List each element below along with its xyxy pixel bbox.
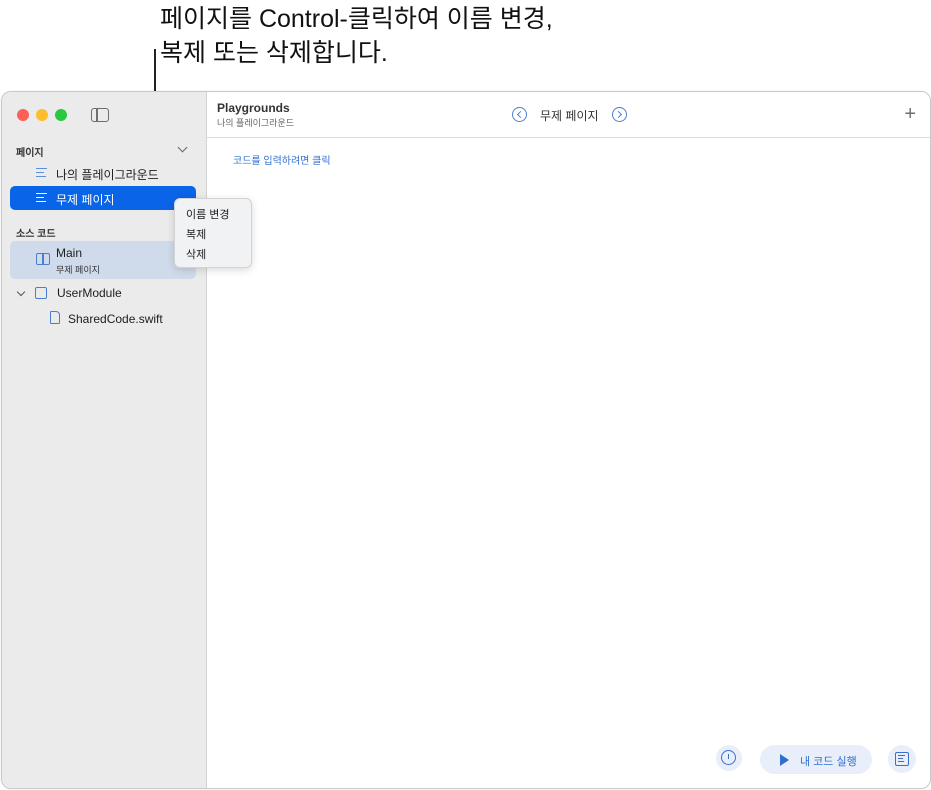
sidebar-item-page-selected[interactable]: 무제 페이지 xyxy=(10,186,196,210)
sidebar-item-usermodule[interactable]: UserModule xyxy=(57,286,122,300)
main-label: Main xyxy=(56,246,83,260)
toolbar: Playgrounds 나의 플레이그라운드 무제 페이지 + xyxy=(207,92,930,138)
chevron-down-icon[interactable] xyxy=(16,287,26,297)
menu-item-duplicate[interactable]: 복제 xyxy=(186,226,206,242)
page-icon xyxy=(36,168,47,178)
previous-page-button[interactable] xyxy=(512,107,527,122)
zoom-window-button[interactable] xyxy=(55,109,67,121)
minimize-window-button[interactable] xyxy=(36,109,48,121)
play-icon xyxy=(780,754,789,766)
pages-section-header: 페이지 xyxy=(16,148,44,159)
close-window-button[interactable] xyxy=(17,109,29,121)
page-icon xyxy=(36,193,47,203)
editor-placeholder[interactable]: 코드를 입력하려면 클릭 xyxy=(233,152,331,167)
sidebar-item-sharedcode[interactable]: SharedCode.swift xyxy=(68,312,163,326)
next-page-button[interactable] xyxy=(612,107,627,122)
current-page-title: 무제 페이지 xyxy=(540,109,599,123)
context-menu: 이름 변경 복제 삭제 xyxy=(174,198,252,268)
sidebar-item-label: 나의 플레이그라운드 xyxy=(56,168,159,182)
main-sublabel: 무제 페이지 xyxy=(56,265,100,275)
sidebar-toggle-icon[interactable] xyxy=(91,108,109,122)
book-icon xyxy=(36,253,50,265)
sidebar: 페이지 나의 플레이그라운드 무제 페이지 소스 코드 Main 무제 페이지 … xyxy=(2,92,207,788)
menu-item-delete[interactable]: 삭제 xyxy=(186,246,206,262)
playgrounds-window: 페이지 나의 플레이그라운드 무제 페이지 소스 코드 Main 무제 페이지 … xyxy=(1,91,931,789)
app-title: Playgrounds xyxy=(217,101,290,115)
sidebar-item-main[interactable]: Main 무제 페이지 xyxy=(10,241,196,279)
sidebar-item-page[interactable]: 나의 플레이그라운드 xyxy=(10,161,196,185)
run-code-label: 내 코드 실행 xyxy=(800,756,857,768)
chevron-down-icon[interactable] xyxy=(177,142,188,153)
source-section-header: 소스 코드 xyxy=(16,229,56,240)
menu-item-rename[interactable]: 이름 변경 xyxy=(186,206,230,222)
sidebar-item-label: 무제 페이지 xyxy=(56,193,115,207)
playground-name: 나의 플레이그라운드 xyxy=(217,118,295,128)
run-code-button[interactable]: 내 코드 실행 xyxy=(760,745,872,774)
console-icon[interactable] xyxy=(888,745,916,773)
cube-icon xyxy=(35,287,47,299)
document-icon xyxy=(50,311,60,324)
add-button[interactable]: + xyxy=(904,104,916,124)
gauge-icon[interactable] xyxy=(716,745,742,771)
callout-text: 페이지를 Control-클릭하여 이름 변경, 복제 또는 삭제합니다. xyxy=(160,5,553,67)
